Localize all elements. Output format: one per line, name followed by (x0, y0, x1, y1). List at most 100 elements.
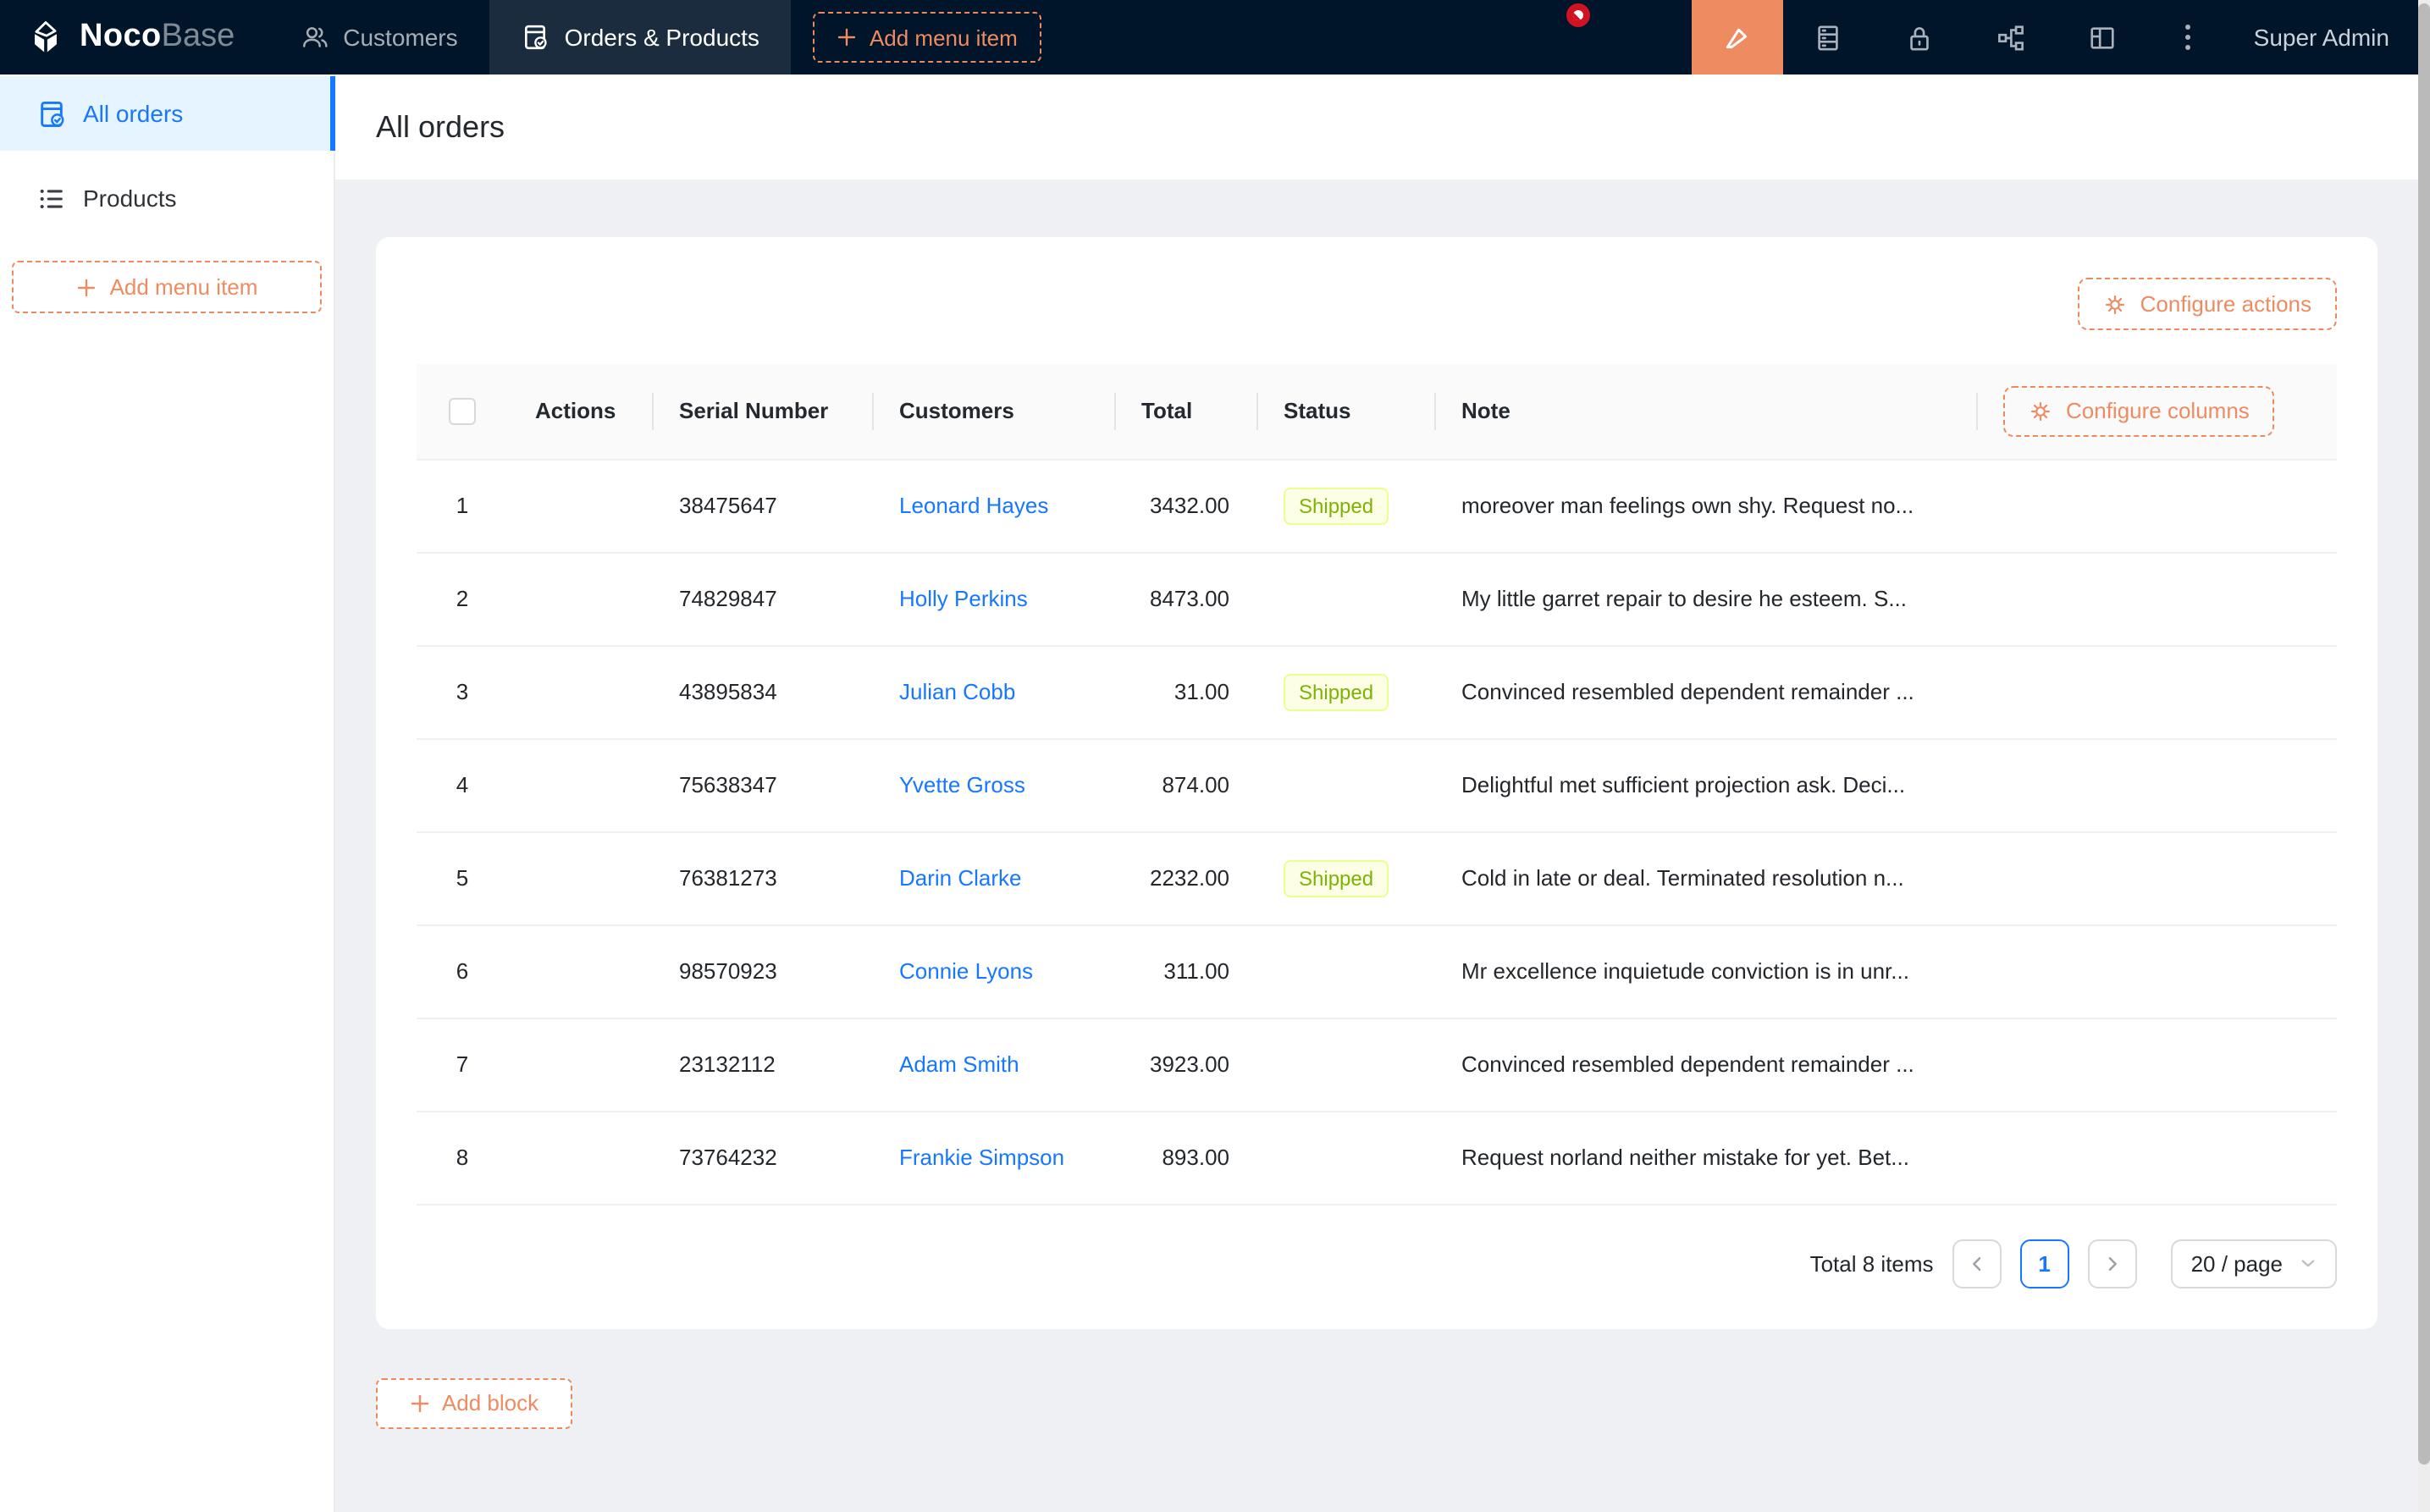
chevron-down-icon (2300, 1255, 2317, 1272)
total-cell: 8473.00 (1114, 552, 1256, 645)
customer-cell: Yvette Gross (872, 738, 1114, 831)
status-cell (1256, 1111, 1434, 1204)
serial-number-cell: 74829847 (652, 552, 872, 645)
vertical-scrollbar (2418, 0, 2430, 1512)
note-cell: Mr excellence inquietude conviction is i… (1434, 924, 1976, 1018)
column-header-status[interactable]: Status (1256, 364, 1434, 459)
configure-actions-button[interactable]: Configure actions (2078, 278, 2337, 330)
sidebar-add-menu-item-button[interactable]: Add menu item (12, 261, 322, 313)
column-header-note[interactable]: Note (1434, 364, 1976, 459)
customer-link[interactable]: Julian Cobb (899, 679, 1015, 704)
customer-link[interactable]: Yvette Gross (899, 772, 1025, 797)
nav-tab-customers[interactable]: Customers (268, 0, 489, 74)
sidebar-item-all-orders[interactable]: All orders (0, 76, 334, 151)
table-row[interactable]: 5 76381273 Darin Clarke 2232.00 Shipped … (417, 831, 2337, 924)
row-actions-cell (508, 1018, 652, 1111)
configure-columns-button[interactable]: Configure columns (2003, 386, 2275, 437)
more-menu-button[interactable] (2149, 0, 2227, 74)
nocobase-logo[interactable]: Noco Base (0, 17, 268, 58)
customer-link[interactable]: Leonard Hayes (899, 493, 1048, 518)
customer-link[interactable]: Connie Lyons (899, 958, 1033, 984)
pagination-page-1[interactable]: 1 (2020, 1239, 2069, 1288)
logo-text-noco: Noco (80, 19, 162, 56)
serial-number-cell: 98570923 (652, 924, 872, 1018)
total-cell: 3432.00 (1114, 459, 1256, 552)
customer-link[interactable]: Darin Clarke (899, 865, 1022, 891)
status-cell: Shipped (1256, 645, 1434, 738)
status-cell (1256, 1018, 1434, 1111)
customer-link[interactable]: Frankie Simpson (899, 1145, 1064, 1170)
note-cell: moreover man feelings own shy. Request n… (1434, 459, 1976, 552)
table-row[interactable]: 6 98570923 Connie Lyons 311.00 Mr excell… (417, 924, 2337, 1018)
order-document-check-icon (37, 99, 66, 128)
column-header-serial-number[interactable]: Serial Number (652, 364, 872, 459)
note-cell: Convinced resembled dependent remainder … (1434, 645, 1976, 738)
database-button[interactable] (1783, 0, 1875, 74)
page-title: All orders (376, 109, 505, 145)
customer-cell: Frankie Simpson (872, 1111, 1114, 1204)
row-actions-cell (508, 1111, 652, 1204)
table-row[interactable]: 1 38475647 Leonard Hayes 3432.00 Shipped… (417, 459, 2337, 552)
nav-tab-label: Customers (343, 24, 457, 51)
select-all-checkbox[interactable] (449, 398, 476, 425)
table-row[interactable]: 7 23132112 Adam Smith 3923.00 Convinced … (417, 1018, 2337, 1111)
layout-button[interactable] (2057, 0, 2149, 74)
sidebar-item-products[interactable]: Products (0, 161, 334, 235)
status-cell (1256, 924, 1434, 1018)
note-cell: Cold in late or deal. Terminated resolut… (1434, 831, 1976, 924)
empty-cell (1976, 1018, 2337, 1111)
row-actions-cell (508, 924, 652, 1018)
sidebar-item-label: Products (83, 185, 177, 212)
status-cell (1256, 738, 1434, 831)
pagination-next-button[interactable] (2088, 1239, 2137, 1288)
top-navbar: Noco Base Customers (0, 0, 2430, 74)
team-icon (301, 24, 328, 51)
ui-editor-button[interactable] (1692, 0, 1783, 74)
table-row[interactable]: 4 75638347 Yvette Gross 874.00 Delightfu… (417, 738, 2337, 831)
api-button[interactable] (1966, 0, 2057, 74)
page-size-select[interactable]: 20 / page (2171, 1239, 2337, 1288)
row-index-cell: 8 (417, 1111, 508, 1204)
gear-icon (2029, 400, 2052, 423)
row-index-cell: 3 (417, 645, 508, 738)
row-actions-cell (508, 459, 652, 552)
total-cell: 874.00 (1114, 738, 1256, 831)
pagination: Total 8 items 1 20 / page (417, 1239, 2337, 1288)
add-block-button[interactable]: Add block (376, 1377, 572, 1428)
user-menu[interactable]: Super Admin (2227, 24, 2430, 51)
empty-cell (1976, 924, 2337, 1018)
empty-cell (1976, 738, 2337, 831)
page-header: All orders (335, 74, 2430, 179)
status-tag: Shipped (1284, 859, 1389, 897)
pagination-prev-button[interactable] (1952, 1239, 2002, 1288)
column-header-total[interactable]: Total (1114, 364, 1256, 459)
lock-button[interactable] (1875, 0, 1966, 74)
table-row[interactable]: 3 43895834 Julian Cobb 31.00 Shipped Con… (417, 645, 2337, 738)
serial-number-cell: 43895834 (652, 645, 872, 738)
customer-link[interactable]: Holly Perkins (899, 586, 1028, 611)
scrollbar-thumb[interactable] (2418, 3, 2430, 1465)
column-header-customers[interactable]: Customers (872, 364, 1114, 459)
configure-columns-header-cell: Configure columns (1976, 364, 2337, 459)
api-tree-icon (1997, 23, 2026, 52)
note-cell: Request norland neither mistake for yet.… (1434, 1111, 1976, 1204)
gear-icon (2103, 292, 2127, 316)
blocked-cursor (1566, 3, 1590, 27)
nav-tab-label: Orders & Products (565, 24, 759, 51)
total-cell: 31.00 (1114, 645, 1256, 738)
customer-link[interactable]: Adam Smith (899, 1051, 1019, 1077)
total-cell: 3923.00 (1114, 1018, 1256, 1111)
row-actions-cell (508, 831, 652, 924)
status-cell (1256, 552, 1434, 645)
column-header-actions[interactable]: Actions (508, 364, 652, 459)
total-cell: 893.00 (1114, 1111, 1256, 1204)
layout-icon (2089, 23, 2118, 52)
table-row[interactable]: 8 73764232 Frankie Simpson 893.00 Reques… (417, 1111, 2337, 1204)
customer-cell: Darin Clarke (872, 831, 1114, 924)
app-window: Noco Base Customers (0, 0, 2430, 1512)
nocobase-logo-mark-icon (25, 17, 66, 58)
table-row[interactable]: 2 74829847 Holly Perkins 8473.00 My litt… (417, 552, 2337, 645)
navbar-add-menu-item-button[interactable]: Add menu item (814, 12, 1041, 63)
nav-tab-orders-products[interactable]: Orders & Products (490, 0, 792, 74)
lock-icon (1906, 23, 1935, 52)
